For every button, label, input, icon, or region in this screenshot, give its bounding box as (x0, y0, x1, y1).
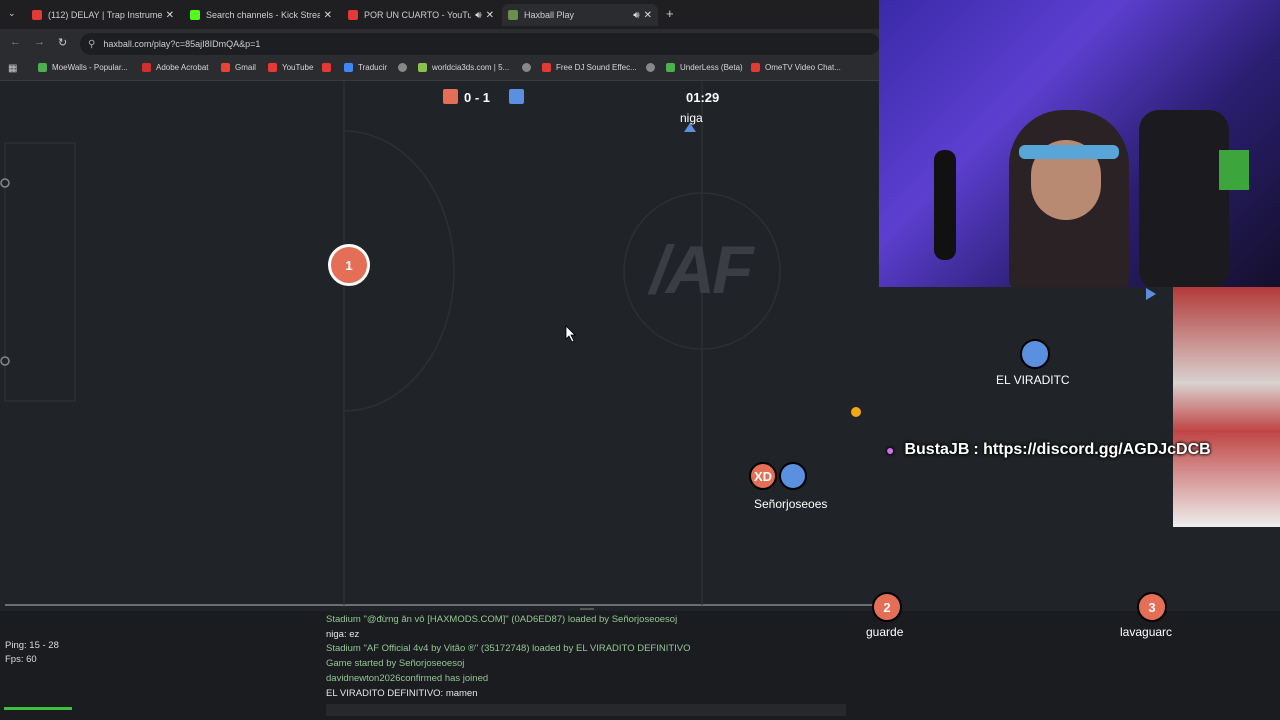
speaker-icon[interactable]: 🔊︎ (475, 10, 481, 21)
ping-graph (4, 707, 72, 710)
scoreboard: 0 - 1 (464, 90, 491, 105)
player-name-guarde: guarde (866, 625, 904, 639)
player-name-elviradito: EL VIRADITC (996, 373, 1070, 387)
acrobat-icon (142, 63, 151, 72)
youtube-icon (348, 10, 358, 20)
reload-icon[interactable]: ↻ (58, 36, 67, 49)
gmail-icon (221, 63, 230, 72)
close-icon[interactable]: ✕ (166, 10, 174, 21)
haxball-icon (508, 10, 518, 20)
bookmark-underless[interactable]: UnderLess (Beta) (666, 63, 743, 72)
bookmark-traducir[interactable]: Traducir (344, 63, 387, 72)
tab-title: Haxball Play (524, 10, 575, 20)
player-name-lavaguarc: lavaguarc (1120, 625, 1173, 639)
kick-icon (190, 10, 200, 20)
player-disc-blue-senor (779, 462, 807, 490)
translate-icon (344, 63, 353, 72)
tab-title: POR UN CUARTO - YouTube (364, 10, 472, 20)
chat-message: Stadium "AF Official 4v4 by Vitão ®" (35… (326, 643, 691, 654)
tab-title: Search channels - Kick Streaming (206, 10, 320, 20)
chat-message: EL VIRADITO DEFINITIVO: mamen (326, 688, 478, 699)
speaker-icon[interactable]: 🔊︎ (633, 10, 639, 21)
blue-team-indicator (509, 89, 524, 104)
youtube-icon (268, 63, 277, 72)
bookmark-freedj[interactable]: Free DJ Sound Effec... (542, 63, 637, 72)
bottom-panel: Ping: 15 - 28 Fps: 60 Stadium "@đừng ăn … (0, 592, 1280, 720)
tab-kick[interactable]: Search channels - Kick Streaming ✕ (184, 4, 338, 26)
tab-search-icon[interactable]: ⌄ (8, 8, 16, 19)
chat-message: Stadium "@đừng ăn vô [HAXMODS.COM]" (0AD… (326, 614, 678, 625)
bookmark-worldcia[interactable]: worldcia3ds.com | 5... (418, 63, 509, 72)
bookmark-moewalls[interactable]: MoeWalls - Popular... (38, 63, 128, 72)
back-icon[interactable]: ← (10, 36, 21, 48)
bookmark-icon (666, 63, 675, 72)
player-name-senorjoseoes: Señorjoseoes (754, 497, 828, 511)
new-tab-icon[interactable]: + (666, 6, 674, 21)
bookmarks-bar: ▦ MoeWalls - Popular... Adobe Acrobat Gm… (0, 59, 880, 81)
fps-stat: Fps: 60 (5, 654, 37, 665)
microphone-icon: ● (886, 442, 895, 458)
bookmark-icon (751, 63, 760, 72)
site-info-icon[interactable]: ⚲ (88, 39, 95, 50)
close-icon[interactable]: ✕ (644, 10, 652, 21)
player-arrow-icon-2 (1146, 288, 1156, 300)
field-lines (0, 81, 880, 606)
player-disc-blue-elviradito (1020, 339, 1050, 369)
bookmark-youtube-2[interactable] (322, 63, 336, 72)
chat-resize-handle[interactable] (580, 608, 594, 610)
chat-message: Game started by Señorjoseoesoj (326, 658, 465, 669)
player-name-niga: niga (680, 111, 703, 125)
bookmark-acrobat[interactable]: Adobe Acrobat (142, 63, 208, 72)
discord-link: : https://discord.gg/AGDJcDCB (973, 441, 1211, 458)
bookmark-gmail[interactable]: Gmail (221, 63, 256, 72)
chat-message: davidnewton2026confirmed has joined (326, 673, 489, 684)
player-disc-red-xd: XD (749, 462, 777, 490)
bookmark-icon (418, 63, 427, 72)
tab-delay[interactable]: (112) DELAY | Trap Instrumenta ✕ (26, 4, 180, 26)
chair (1139, 110, 1229, 287)
chat-input[interactable] (326, 704, 846, 716)
close-icon[interactable]: ✕ (486, 10, 494, 21)
discord-user: BustaJB (904, 441, 970, 458)
navigation-bar: ← → ↻ ⚲ haxball.com/play?c=85ajI8IDmQA&p… (0, 29, 880, 59)
globe-icon (398, 63, 407, 72)
ping-stat: Ping: 15 - 28 (5, 640, 59, 651)
field-logo: /AF (650, 232, 754, 308)
game-canvas[interactable]: /AF 0 - 1 01:29 niga 1 XD Señorjoseoes (0, 81, 880, 611)
match-timer: 01:29 (686, 90, 720, 105)
tab-haxball[interactable]: Haxball Play 🔊︎ ✕ (502, 4, 658, 26)
bookmark-globe-3[interactable] (646, 63, 660, 72)
ball (851, 407, 861, 417)
tab-title: (112) DELAY | Trap Instrumenta (48, 10, 162, 20)
bookmark-icon (542, 63, 551, 72)
chat-message: niga: ez (326, 629, 360, 640)
image-collage (1173, 287, 1280, 527)
red-team-indicator (443, 89, 458, 104)
bookmark-ometv[interactable]: OmeTV Video Chat... (751, 63, 841, 72)
close-icon[interactable]: ✕ (324, 10, 332, 21)
globe-icon (522, 63, 531, 72)
youtube-icon (32, 10, 42, 20)
globe-icon (646, 63, 655, 72)
bookmark-youtube[interactable]: YouTube (268, 63, 313, 72)
discord-overlay: ● BustaJB : https://discord.gg/AGDJcDCB (886, 438, 1211, 462)
bookmark-globe-1[interactable] (398, 63, 412, 72)
bookmark-icon (38, 63, 47, 72)
player-disc-red-1: 1 (328, 244, 370, 286)
apps-icon[interactable]: ▦ (8, 63, 17, 74)
forward-icon[interactable]: → (34, 36, 45, 48)
webcam-overlay (879, 0, 1280, 287)
cursor-icon (565, 325, 576, 343)
address-bar[interactable]: ⚲ haxball.com/play?c=85ajI8IDmQA&p=1 (80, 33, 880, 55)
microphone (934, 150, 956, 260)
wall-decor (1219, 150, 1249, 190)
streamer-headband (1019, 145, 1119, 159)
player-disc-red-3: 3 (1137, 592, 1167, 622)
bookmark-globe-2[interactable] (522, 63, 536, 72)
tab-youtube[interactable]: POR UN CUARTO - YouTube 🔊︎ ✕ (342, 4, 500, 26)
youtube-icon (322, 63, 331, 72)
player-disc-red-2: 2 (872, 592, 902, 622)
tab-strip: ⌄ (112) DELAY | Trap Instrumenta ✕ Searc… (0, 0, 880, 29)
url-text: haxball.com/play?c=85ajI8IDmQA&p=1 (103, 39, 261, 49)
